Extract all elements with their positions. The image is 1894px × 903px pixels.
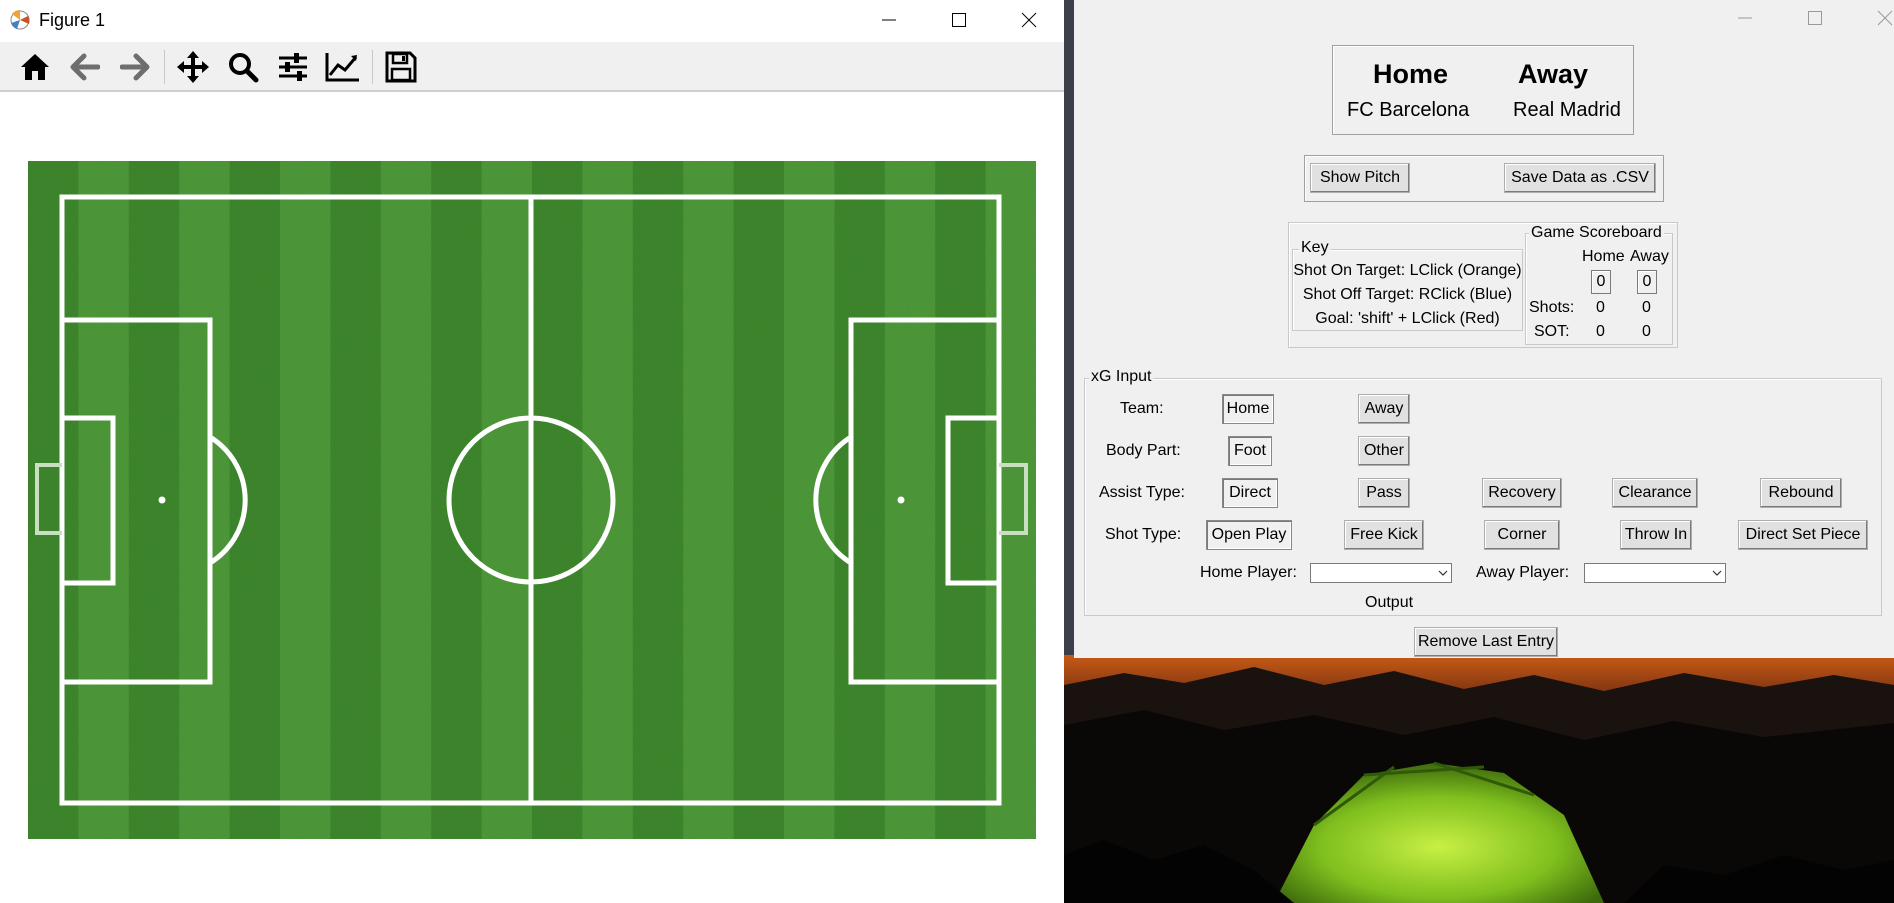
matplotlib-app-icon [10, 10, 30, 30]
scoreboard-home-col: Home [1582, 248, 1625, 265]
home-player-label: Home Player: [1200, 564, 1297, 581]
minimize-icon [1738, 17, 1752, 19]
edit-axis-button[interactable] [322, 46, 364, 88]
output-label: Output [1365, 594, 1414, 611]
remove-last-entry-button[interactable]: Remove Last Entry [1414, 627, 1558, 657]
key-line-goal: Goal: 'shift' + LClick (Red) [1315, 310, 1500, 327]
maximize-icon [952, 13, 966, 27]
sot-label: SOT: [1534, 323, 1570, 340]
shot-free-kick-button[interactable]: Free Kick [1344, 520, 1424, 550]
forward-button[interactable] [114, 46, 156, 88]
zoom-button[interactable] [222, 46, 264, 88]
key-panel: Key Shot On Target: LClick (Orange) Shot… [1292, 239, 1523, 331]
home-player-select[interactable] [1310, 563, 1452, 583]
chevron-down-icon [1438, 570, 1448, 576]
maximize-button[interactable] [924, 0, 994, 40]
figure-toolbar [0, 42, 1064, 92]
forward-arrow-icon [120, 53, 150, 81]
close-icon [1877, 10, 1893, 26]
home-sot: 0 [1596, 323, 1605, 340]
tk-maximize-button[interactable] [1780, 0, 1850, 36]
back-button[interactable] [64, 46, 106, 88]
away-player-select[interactable] [1584, 563, 1726, 583]
pan-icon [177, 51, 209, 83]
assist-recovery-button[interactable]: Recovery [1482, 478, 1562, 508]
left-penalty-spot [158, 496, 166, 504]
assist-type-label: Assist Type: [1099, 484, 1185, 501]
away-shots: 0 [1642, 299, 1651, 316]
team-away-button[interactable]: Away [1358, 394, 1410, 424]
home-shots: 0 [1596, 299, 1605, 316]
shot-throw-in-button[interactable]: Throw In [1620, 520, 1692, 550]
teams-panel: Home Away FC Barcelona Real Madrid [1332, 45, 1634, 135]
team-label: Team: [1120, 400, 1164, 417]
close-icon [1021, 12, 1037, 28]
close-button[interactable] [994, 0, 1064, 40]
key-label: Key [1299, 239, 1331, 257]
shot-direct-set-piece-button[interactable]: Direct Set Piece [1738, 520, 1868, 550]
shot-type-label: Shot Type: [1105, 526, 1182, 543]
shots-label: Shots: [1529, 299, 1575, 316]
configure-subplots-icon [279, 53, 307, 81]
away-sot: 0 [1642, 323, 1651, 340]
save-button[interactable] [380, 46, 422, 88]
football-pitch[interactable] [28, 161, 1036, 839]
chevron-down-icon [1712, 570, 1722, 576]
scoreboard-away-col: Away [1630, 248, 1669, 265]
body-other-button[interactable]: Other [1358, 436, 1410, 466]
assist-rebound-button[interactable]: Rebound [1760, 478, 1842, 508]
tk-close-button[interactable] [1850, 0, 1894, 36]
away-player-label: Away Player: [1476, 564, 1570, 581]
away-goals: 0 [1637, 270, 1657, 294]
save-csv-button[interactable]: Save Data as .CSV [1504, 163, 1656, 193]
shot-corner-button[interactable]: Corner [1484, 520, 1560, 550]
toolbar-separator [164, 50, 165, 84]
team-home-button[interactable]: Home [1222, 394, 1274, 424]
key-line-on-target: Shot On Target: LClick (Orange) [1293, 262, 1522, 279]
home-goals: 0 [1591, 270, 1611, 294]
home-team-name: FC Barcelona [1347, 99, 1470, 121]
desktop-wallpaper [1064, 655, 1894, 903]
show-pitch-button[interactable]: Show Pitch [1310, 163, 1410, 193]
xg-input-label: xG Input [1089, 368, 1154, 386]
shot-open-play-button[interactable]: Open Play [1206, 520, 1292, 550]
scoreboard-label: Game Scoreboard [1529, 224, 1664, 242]
back-arrow-icon [70, 53, 100, 81]
figure-titlebar: Figure 1 [0, 0, 1064, 40]
right-penalty-spot [897, 496, 905, 504]
pan-button[interactable] [172, 46, 214, 88]
tk-window: Home Away FC Barcelona Real Madrid Show … [1074, 0, 1894, 658]
body-part-label: Body Part: [1106, 442, 1181, 459]
maximize-icon [1808, 11, 1822, 25]
tk-titlebar [1074, 0, 1894, 36]
home-header: Home [1373, 59, 1449, 89]
key-line-off-target: Shot Off Target: RClick (Blue) [1302, 286, 1513, 303]
edit-axis-icon [325, 53, 359, 82]
assist-pass-button[interactable]: Pass [1358, 478, 1410, 508]
away-team-name: Real Madrid [1513, 99, 1621, 121]
minimize-button[interactable] [854, 0, 924, 40]
home-button[interactable] [14, 46, 56, 88]
save-icon [385, 51, 417, 83]
configure-subplots-button[interactable] [272, 46, 314, 88]
scoreboard-panel: Game Scoreboard Home Away 0 0 Shots: 0 0… [1525, 224, 1673, 345]
body-foot-button[interactable]: Foot [1228, 436, 1272, 466]
figure-canvas[interactable] [0, 92, 1064, 903]
assist-clearance-button[interactable]: Clearance [1612, 478, 1698, 508]
away-header: Away [1518, 59, 1589, 89]
figure-window: Figure 1 [0, 0, 1064, 903]
home-icon [21, 54, 49, 80]
tk-minimize-button[interactable] [1710, 0, 1780, 36]
zoom-icon [229, 53, 259, 83]
toolbar-separator [372, 50, 373, 84]
assist-direct-button[interactable]: Direct [1222, 478, 1278, 508]
minimize-icon [882, 19, 896, 21]
window-title: Figure 1 [39, 10, 106, 30]
